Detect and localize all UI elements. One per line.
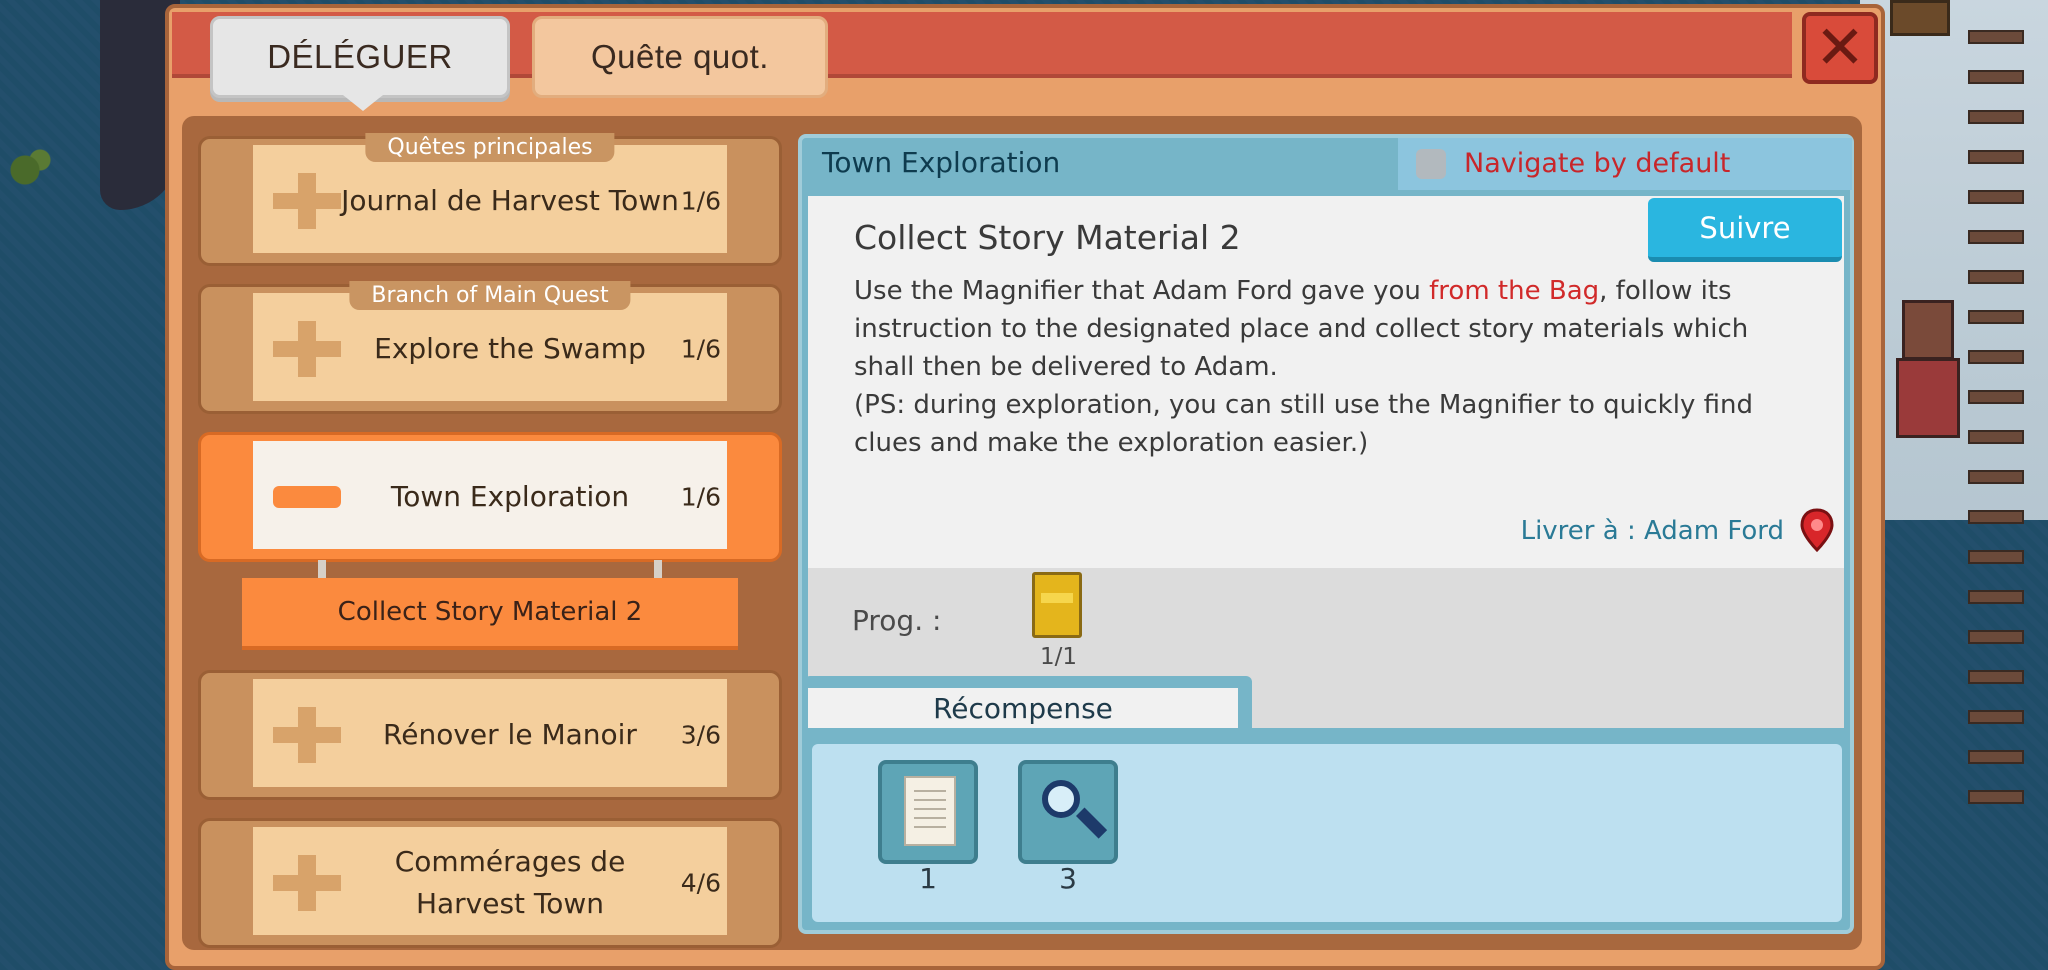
quest-progress: 1/6 [680, 482, 721, 512]
fence-plank [1968, 110, 2024, 124]
deliver-to-label: Livrer à : Adam Ford [1520, 516, 1784, 546]
treasure-chest [1896, 300, 1960, 440]
navigate-label: Navigate by default [1464, 148, 1731, 179]
reward-count: 3 [1059, 862, 1077, 895]
fence-plank [1968, 710, 2024, 724]
water-terrain [1860, 520, 2048, 970]
quest-name: Town Exploration [390, 480, 630, 513]
quest-progress: 3/6 [680, 720, 721, 750]
wooden-post [1890, 0, 1950, 36]
fence-plank [1968, 430, 2024, 444]
fence-plank [1968, 310, 2024, 324]
quest-name: Rénover le Manoir [383, 718, 637, 751]
tab-daily-quest[interactable]: Quête quot. [532, 16, 828, 98]
expand-plus-icon [273, 321, 341, 377]
fence-plank [1968, 230, 2024, 244]
quest-item-town-exploration[interactable]: Town Exploration 1/6 [198, 432, 782, 562]
close-button[interactable]: ✕ [1802, 12, 1878, 84]
fence-plank [1968, 70, 2024, 84]
navigate-checkbox[interactable] [1416, 149, 1446, 179]
progress-label: Prog. : [852, 604, 942, 637]
quest-progress: 1/6 [680, 186, 721, 216]
fence-plank [1968, 550, 2024, 564]
objective-title: Collect Story Material 2 [854, 218, 1241, 257]
fence-plank [1968, 510, 2024, 524]
reward-item-paper[interactable] [878, 760, 978, 864]
quest-name: Commérages de Harvest Town [394, 845, 626, 920]
collapse-minus-icon [273, 486, 341, 508]
magnifier-icon [1036, 776, 1108, 846]
fence-plank [1968, 670, 2024, 684]
quest-item-explore-swamp[interactable]: Explore the Swamp 1/6 Branch of Main Que… [198, 281, 782, 414]
paper-icon [904, 776, 956, 846]
expand-plus-icon [273, 707, 341, 763]
quest-category-tag: Quêtes principales [365, 133, 615, 162]
progress-count: 1/1 [1040, 644, 1078, 670]
quest-progress: 1/6 [680, 334, 721, 364]
map-pin-icon[interactable] [1800, 508, 1834, 552]
quest-category-tag: Branch of Main Quest [349, 281, 631, 310]
reward-item-magnifier[interactable] [1018, 760, 1118, 864]
expand-plus-icon [273, 855, 341, 911]
fence-plank [1968, 790, 2024, 804]
highlight-text: from the Bag [1429, 276, 1600, 306]
fence-plank [1968, 590, 2024, 604]
story-book-icon [1032, 572, 1082, 638]
subquest-item[interactable]: Collect Story Material 2 [242, 578, 738, 650]
fence-plank [1968, 270, 2024, 284]
fence-plank [1968, 190, 2024, 204]
quest-item-harvest-journal[interactable]: Journal de Harvest Town 1/6 Quêtes princ… [198, 133, 782, 266]
reward-title: Récompense [808, 688, 1238, 728]
expand-plus-icon [273, 173, 341, 229]
fence-plank [1968, 150, 2024, 164]
fence-plank [1968, 470, 2024, 484]
fence-plank [1968, 350, 2024, 364]
detail-quest-title: Town Exploration [822, 146, 1061, 179]
fence-plank [1968, 30, 2024, 44]
objective-description: Use the Magnifier that Adam Ford gave yo… [854, 276, 1753, 458]
fence-plank [1968, 390, 2024, 404]
follow-button[interactable]: Suivre [1648, 198, 1842, 262]
tab-delegate[interactable]: DÉLÉGUER [210, 16, 510, 111]
reward-count: 1 [919, 862, 937, 895]
quest-item-renovate-manor[interactable]: Rénover le Manoir 3/6 [198, 670, 782, 800]
quest-item-gossip[interactable]: Commérages de Harvest Town 4/6 [198, 818, 782, 948]
quest-progress: 4/6 [680, 868, 721, 898]
fence-plank [1968, 750, 2024, 764]
fence-plank [1968, 630, 2024, 644]
